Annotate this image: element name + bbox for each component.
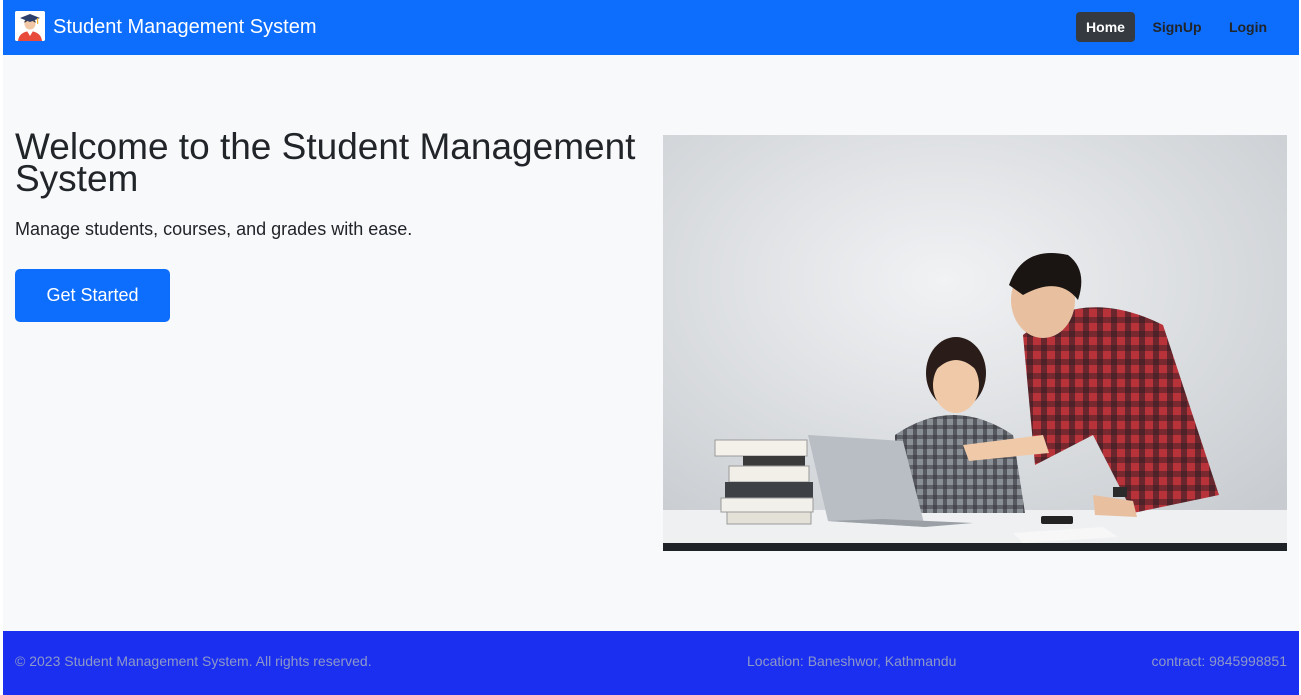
top-navbar: Student Management System Home SignUp Lo…: [3, 0, 1299, 55]
get-started-button[interactable]: Get Started: [15, 269, 170, 322]
page: Student Management System Home SignUp Lo…: [3, 0, 1299, 695]
nav-home-link[interactable]: Home: [1076, 12, 1135, 42]
hero-title: Welcome to the Student Management System: [15, 126, 636, 199]
nav-login-link[interactable]: Login: [1220, 12, 1276, 42]
footer-contact: contract: 9845998851: [1151, 653, 1287, 669]
hero-subtitle: Manage students, courses, and grades wit…: [15, 219, 413, 239]
footer-copyright: © 2023 Student Management System. All ri…: [15, 653, 372, 669]
brand-title[interactable]: Student Management System: [53, 15, 316, 39]
nav-signup-link[interactable]: SignUp: [1145, 12, 1209, 42]
footer-location: Location: Baneshwor, Kathmandu: [747, 653, 957, 669]
hero-image: [663, 135, 1287, 551]
student-graduate-icon[interactable]: [15, 11, 45, 41]
footer: © 2023 Student Management System. All ri…: [3, 631, 1299, 695]
